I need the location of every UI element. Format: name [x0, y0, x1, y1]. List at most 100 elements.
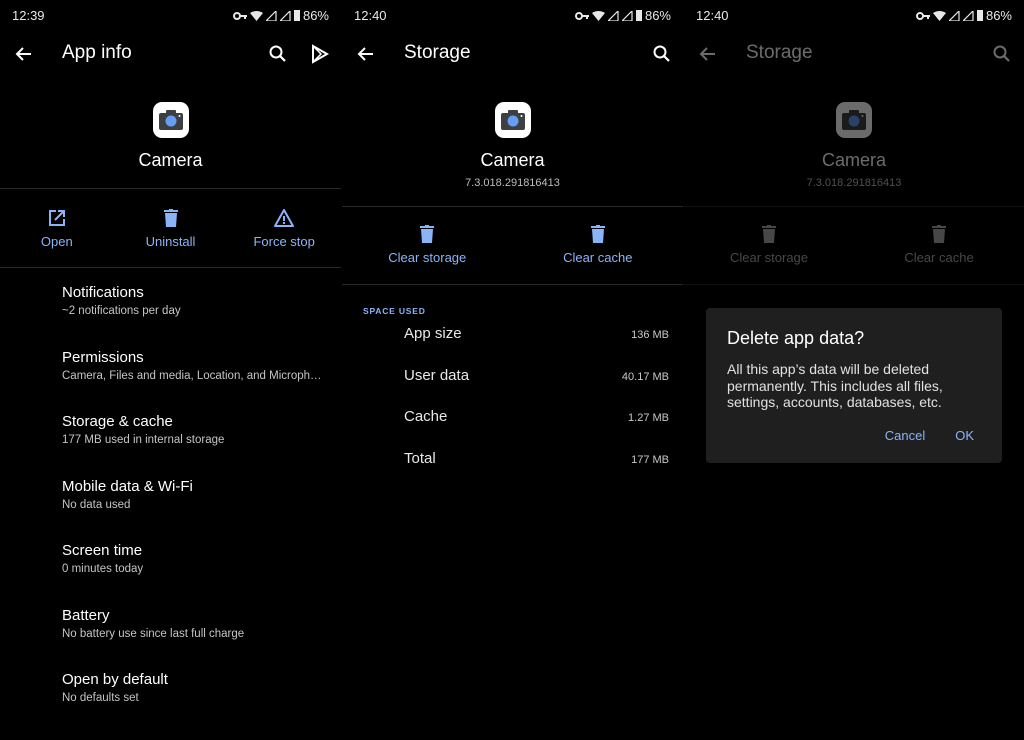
clear-cache-button[interactable]: Clear cache: [854, 224, 1024, 265]
storage-row-total: Total 177 MB: [404, 450, 669, 468]
list-item-notifications[interactable]: Notifications ~2 notifications per day: [62, 284, 327, 349]
vpn-key-icon: [232, 11, 247, 20]
app-actions: Open Uninstall Force stop: [0, 208, 341, 249]
battery-percent: 86%: [644, 8, 671, 23]
camera-app-icon: [836, 102, 872, 138]
dialog-message: All this app’s data will be deleted perm…: [727, 361, 943, 410]
camera-app-icon: [494, 102, 531, 138]
app-name: Camera: [821, 150, 887, 170]
clear-cache-label: Clear cache: [904, 250, 974, 265]
storage-row-app-size: App size 136 MB: [404, 325, 669, 342]
uninstall-button[interactable]: Uninstall: [114, 208, 228, 249]
battery-icon: [635, 10, 642, 21]
clear-storage-label: Clear storage: [388, 250, 467, 265]
app-bar: App info: [0, 34, 341, 74]
clear-storage-label: Clear storage: [729, 250, 809, 265]
trash-icon: [762, 225, 776, 243]
storage-dialog-screen: 12:40 86% Storage Camera 7.3.018.2918164…: [684, 0, 1024, 740]
wifi-icon: [932, 10, 946, 21]
status-time: 12:40: [696, 8, 729, 23]
divider: [684, 284, 1024, 285]
vpn-key-icon: [574, 11, 589, 20]
force-stop-button[interactable]: Force stop: [227, 208, 341, 249]
vpn-key-icon: [915, 11, 930, 20]
warning-icon: [274, 209, 295, 227]
list-item-permissions[interactable]: Permissions Camera, Files and media, Loc…: [62, 349, 327, 414]
status-bar: 12:40 86%: [684, 0, 1024, 30]
app-name: Camera: [138, 150, 203, 170]
list-item-mobile-data[interactable]: Mobile data & Wi-Fi No data used: [62, 478, 327, 543]
page-title: App info: [62, 42, 132, 63]
app-version: 7.3.018.291816413: [806, 177, 902, 189]
list-item-battery[interactable]: Battery No battery use since last full c…: [62, 607, 327, 672]
app-info-screen: 12:39 86% App info Camera Open Uninstall: [0, 0, 341, 740]
clear-storage-button[interactable]: Clear storage: [342, 224, 513, 265]
open-external-icon: [48, 210, 65, 226]
wifi-icon: [591, 10, 605, 21]
wifi-icon: [249, 10, 263, 21]
clear-cache-button[interactable]: Clear cache: [513, 224, 684, 265]
trash-icon: [590, 225, 605, 243]
cancel-button[interactable]: Cancel: [885, 428, 925, 443]
signal-icon: [621, 10, 633, 21]
divider: [0, 188, 341, 189]
ok-button[interactable]: OK: [955, 428, 974, 443]
signal-icon: [279, 10, 291, 21]
force-stop-label: Force stop: [253, 234, 315, 249]
battery-percent: 86%: [302, 8, 329, 23]
back-arrow-icon[interactable]: [14, 44, 34, 64]
page-title: Storage: [404, 42, 471, 63]
battery-icon: [976, 10, 983, 21]
settings-list: Notifications ~2 notifications per day P…: [62, 284, 327, 736]
app-version: 7.3.018.291816413: [465, 177, 560, 189]
list-item-open-by-default[interactable]: Open by default No defaults set: [62, 671, 327, 736]
space-used-list: App size 136 MB User data 40.17 MB Cache…: [404, 325, 669, 492]
signal-icon: [607, 10, 619, 21]
storage-actions: Clear storage Clear cache: [684, 224, 1024, 265]
back-arrow-icon[interactable]: [356, 44, 376, 64]
play-store-icon[interactable]: [310, 44, 330, 64]
app-header: Camera 7.3.018.291816413: [342, 102, 683, 189]
clear-storage-button[interactable]: Clear storage: [684, 224, 854, 265]
signal-icon: [962, 10, 974, 21]
status-bar: 12:39 86%: [0, 0, 341, 30]
storage-screen: 12:40 86% Storage Camera 7.3.018.2918164…: [342, 0, 683, 740]
open-label: Open: [40, 234, 73, 249]
list-item-storage-cache[interactable]: Storage & cache 177 MB used in internal …: [62, 413, 327, 478]
dialog-title: Delete app data?: [727, 328, 865, 348]
trash-icon: [932, 225, 946, 243]
search-icon[interactable]: [268, 44, 288, 64]
status-bar: 12:40 86%: [342, 0, 683, 30]
app-name: Camera: [480, 150, 545, 170]
storage-row-cache: Cache 1.27 MB: [404, 408, 669, 426]
app-bar: Storage: [342, 34, 683, 74]
open-button[interactable]: Open: [0, 208, 114, 249]
storage-row-user-data: User data 40.17 MB: [404, 366, 669, 384]
clear-cache-label: Clear cache: [563, 250, 633, 265]
trash-icon: [163, 209, 178, 227]
signal-icon: [948, 10, 960, 21]
divider: [0, 267, 341, 268]
back-arrow-icon[interactable]: [698, 44, 718, 64]
search-icon[interactable]: [652, 44, 672, 64]
list-item-screen-time[interactable]: Screen time 0 minutes today: [62, 542, 327, 607]
app-header: Camera: [0, 102, 341, 171]
status-time: 12:40: [354, 8, 387, 23]
battery-icon: [293, 10, 300, 21]
divider: [342, 206, 683, 207]
delete-app-data-dialog: Delete app data? All this app’s data wil…: [706, 308, 1002, 463]
app-bar: Storage: [684, 34, 1024, 74]
trash-icon: [420, 225, 435, 243]
battery-percent: 86%: [985, 8, 1012, 23]
divider: [684, 206, 1024, 207]
camera-app-icon: [152, 102, 189, 138]
section-header: SPACE USED: [363, 306, 426, 316]
storage-actions: Clear storage Clear cache: [342, 224, 683, 265]
search-icon[interactable]: [992, 44, 1012, 64]
signal-icon: [265, 10, 277, 21]
page-title: Storage: [746, 42, 813, 63]
app-header: Camera 7.3.018.291816413: [684, 102, 1024, 189]
uninstall-label: Uninstall: [145, 234, 196, 249]
status-time: 12:39: [12, 8, 45, 23]
divider: [342, 284, 683, 285]
